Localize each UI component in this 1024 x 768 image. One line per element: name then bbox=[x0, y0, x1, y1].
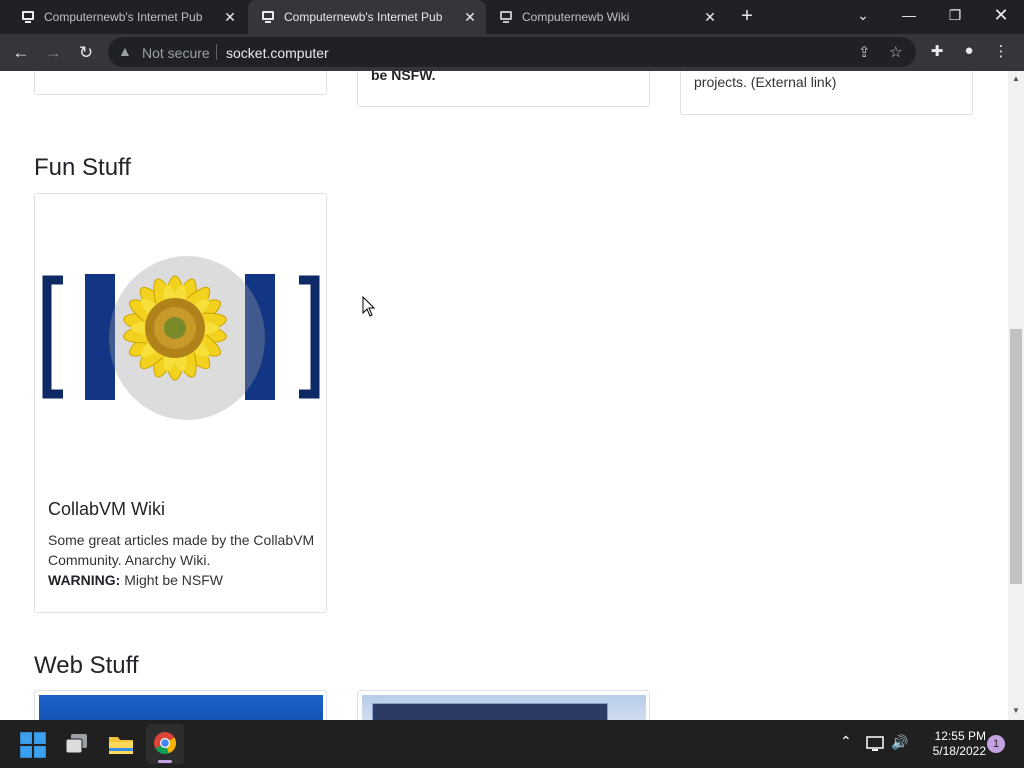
security-label[interactable]: Not secure bbox=[142, 45, 210, 61]
notification-badge[interactable]: 1 bbox=[987, 735, 1005, 753]
share-icon[interactable]: ⇪ bbox=[858, 43, 871, 61]
tab-title: Computernewb's Internet Pub Hub bbox=[44, 10, 204, 24]
card-text: be NSFW. bbox=[371, 71, 436, 83]
close-tab-icon[interactable]: ✕ bbox=[702, 9, 718, 25]
network-icon[interactable] bbox=[866, 736, 884, 752]
top-card-right[interactable]: projects. (External link) bbox=[680, 71, 973, 115]
new-tab-button[interactable]: + bbox=[736, 6, 758, 28]
vm-screenshot-thumbnail bbox=[362, 695, 646, 720]
top-card-left[interactable] bbox=[34, 71, 327, 95]
windows-desktop-thumbnail bbox=[39, 695, 323, 720]
warning-icon[interactable]: ▲ bbox=[118, 43, 132, 59]
web-stuff-card-1[interactable] bbox=[34, 690, 327, 720]
clock-date: 5/18/2022 bbox=[932, 744, 986, 758]
sunflower-logo-image bbox=[42, 256, 320, 420]
extensions-icon[interactable]: ✚ bbox=[926, 42, 948, 60]
chrome-taskbar-button[interactable] bbox=[146, 724, 184, 764]
url-text[interactable]: socket.computer bbox=[226, 45, 329, 61]
site-favicon-icon bbox=[22, 11, 34, 23]
restore-button[interactable]: ❐ bbox=[932, 0, 978, 34]
card-description: Some great articles made by the CollabVM… bbox=[48, 530, 318, 590]
card-text: projects. (External link) bbox=[694, 74, 837, 90]
start-button-icon[interactable] bbox=[17, 729, 49, 761]
address-bar[interactable]: ▲ Not secure socket.computer ⇪ ☆ bbox=[108, 37, 916, 67]
system-clock[interactable]: 12:55 PM 5/18/2022 bbox=[914, 729, 986, 759]
scroll-down-arrow-icon[interactable]: ▼ bbox=[1008, 704, 1024, 718]
section-heading-web-stuff: Web Stuff bbox=[34, 652, 139, 679]
close-window-button[interactable]: ✕ bbox=[978, 0, 1024, 34]
browser-toolbar: ← → ↻ ▲ Not secure socket.computer ⇪ ☆ ✚… bbox=[0, 34, 1024, 71]
web-stuff-card-2[interactable] bbox=[357, 690, 650, 720]
section-heading-fun-stuff: Fun Stuff bbox=[34, 154, 131, 181]
windows-taskbar: ⌃ 🔊 12:55 PM 5/18/2022 bbox=[0, 720, 1024, 768]
clock-time: 12:55 PM bbox=[934, 729, 986, 743]
task-view-icon[interactable] bbox=[61, 728, 93, 760]
warning-label: WARNING: bbox=[48, 572, 121, 588]
volume-icon[interactable]: 🔊 bbox=[891, 734, 908, 751]
tab-strip: Computernewb's Internet Pub Hub ✕ Comput… bbox=[0, 0, 1024, 34]
profile-icon[interactable]: ● bbox=[958, 42, 980, 59]
site-favicon-icon bbox=[500, 11, 512, 23]
warning-text: Might be NSFW bbox=[124, 572, 224, 588]
show-hidden-icons-chevron-icon[interactable]: ⌃ bbox=[840, 733, 852, 750]
tab-search-icon[interactable]: ⌄ bbox=[840, 0, 886, 34]
tab-title: Computernewb's Internet Pub Hub bbox=[284, 10, 444, 24]
omnibox-divider bbox=[216, 44, 217, 60]
file-explorer-icon[interactable] bbox=[105, 728, 137, 760]
close-tab-icon[interactable]: ✕ bbox=[222, 9, 238, 25]
description-text: Some great articles made by the CollabVM… bbox=[48, 532, 315, 568]
site-favicon-icon bbox=[262, 11, 274, 23]
top-card-middle[interactable]: be NSFW. bbox=[357, 71, 650, 107]
chrome-icon bbox=[154, 732, 177, 755]
collabvm-wiki-card[interactable]: CollabVM Wiki Some great articles made b… bbox=[34, 193, 327, 613]
forward-button[interactable]: → bbox=[40, 40, 66, 66]
card-title[interactable]: CollabVM Wiki bbox=[48, 499, 165, 520]
page-viewport: be NSFW. projects. (External link) Fun S… bbox=[0, 71, 1008, 720]
back-button[interactable]: ← bbox=[8, 40, 34, 66]
menu-icon[interactable]: ⋮ bbox=[990, 42, 1012, 60]
scroll-up-arrow-icon[interactable]: ▲ bbox=[1008, 72, 1024, 86]
close-tab-icon[interactable]: ✕ bbox=[462, 9, 478, 25]
tab-title: Computernewb Wiki bbox=[522, 10, 630, 24]
tab-pub-hub-1[interactable]: Computernewb's Internet Pub Hub ✕ bbox=[0, 0, 246, 34]
reload-button[interactable]: ↻ bbox=[73, 40, 99, 66]
mouse-cursor-icon bbox=[362, 296, 376, 317]
tab-wiki[interactable]: Computernewb Wiki ✕ bbox=[488, 0, 726, 34]
scrollbar-thumb[interactable] bbox=[1010, 329, 1022, 584]
tab-pub-hub-2[interactable]: Computernewb's Internet Pub Hub ✕ bbox=[248, 0, 486, 34]
minimize-button[interactable]: — bbox=[886, 0, 932, 34]
terminal-window-thumbnail bbox=[372, 703, 608, 720]
active-app-indicator bbox=[158, 760, 172, 763]
bookmark-star-icon[interactable]: ☆ bbox=[889, 43, 902, 61]
